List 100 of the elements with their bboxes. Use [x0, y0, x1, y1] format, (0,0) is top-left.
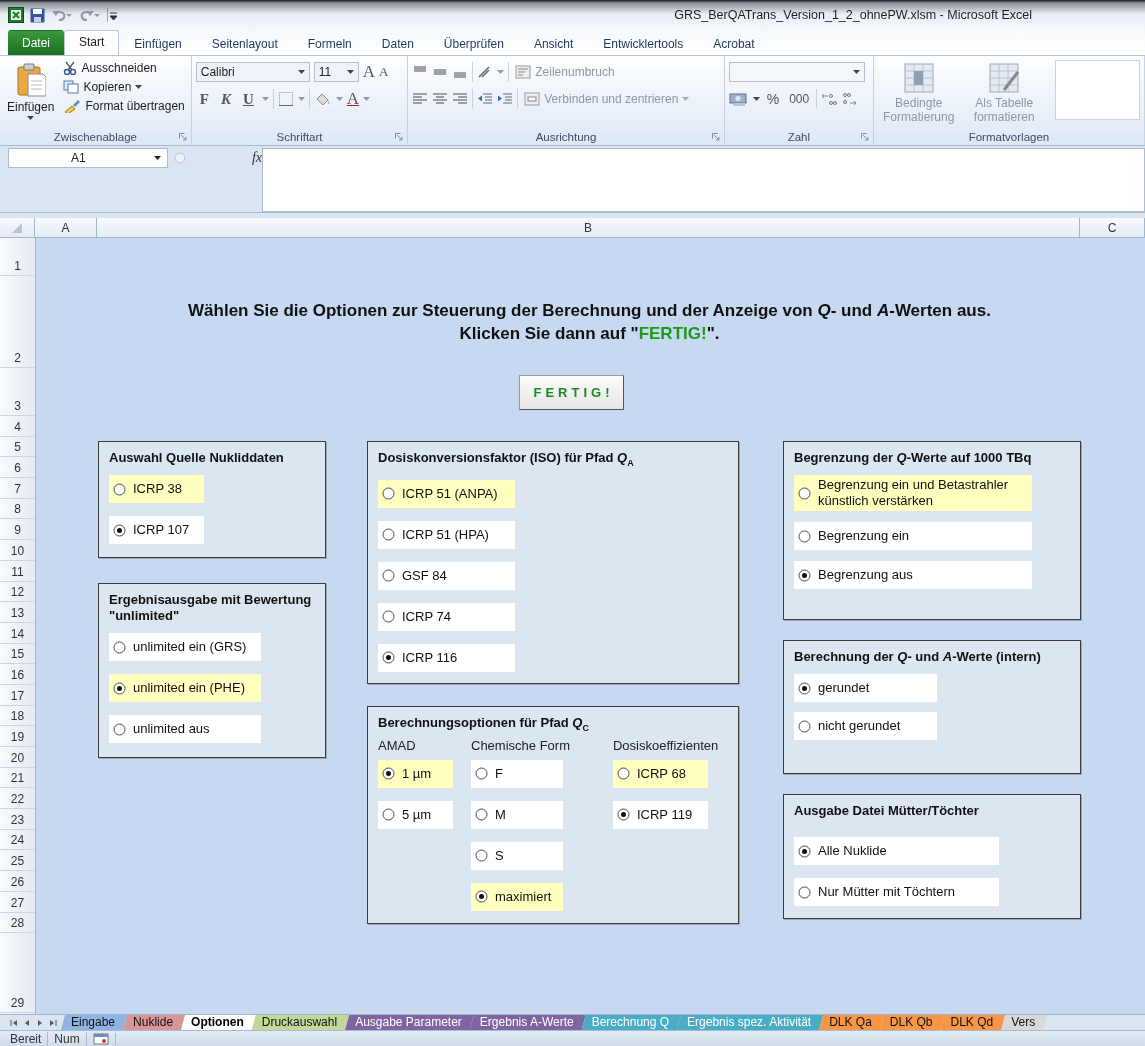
- align-right-icon[interactable]: [452, 92, 469, 106]
- font-name-field[interactable]: Calibri: [195, 62, 310, 82]
- thousands-separator-button[interactable]: 000: [786, 92, 813, 106]
- ribbon-tab[interactable]: Ansicht: [518, 32, 589, 55]
- border-icon[interactable]: [277, 91, 294, 107]
- launcher-icon[interactable]: [178, 133, 187, 141]
- row-header[interactable]: 20: [0, 747, 35, 768]
- ribbon-tab[interactable]: Seitenlayout: [196, 32, 293, 55]
- last-sheet-icon[interactable]: [49, 1018, 57, 1027]
- ribbon-tab[interactable]: Überprüfen: [428, 32, 519, 55]
- radio-option[interactable]: GSF 84: [378, 561, 515, 590]
- radio-option[interactable]: maximiert: [471, 882, 563, 911]
- radio-option[interactable]: F: [471, 759, 563, 788]
- column-header[interactable]: A: [35, 218, 97, 237]
- sheet-tab[interactable]: DLK Qa: [819, 1015, 884, 1030]
- ribbon-tab[interactable]: Formeln: [292, 32, 367, 55]
- radio-option[interactable]: ICRP 51 (HPA): [378, 520, 515, 549]
- format-painter-button[interactable]: Format übertragen: [61, 98, 187, 114]
- font-color-button[interactable]: A: [346, 89, 360, 109]
- row-header[interactable]: 9: [0, 519, 35, 541]
- row-header[interactable]: 3: [0, 368, 35, 416]
- row-header[interactable]: 13: [0, 602, 35, 623]
- row-header[interactable]: 17: [0, 684, 35, 706]
- undo-icon[interactable]: [51, 8, 73, 22]
- sheet-tab[interactable]: Eingabe: [61, 1015, 128, 1030]
- radio-option[interactable]: gerundet: [794, 674, 937, 702]
- row-header[interactable]: 16: [0, 664, 35, 685]
- radio-option[interactable]: ICRP 68: [612, 759, 708, 788]
- ribbon-tab[interactable]: Einfügen: [119, 32, 197, 55]
- radio-option[interactable]: 1 µm: [378, 759, 453, 788]
- font-size-field[interactable]: 11: [313, 62, 359, 82]
- radio-option[interactable]: ICRP 116: [378, 643, 515, 672]
- radio-option[interactable]: unlimited ein (GRS): [109, 633, 261, 661]
- row-header[interactable]: 11: [0, 560, 35, 582]
- row-header[interactable]: 5: [0, 436, 35, 458]
- save-icon[interactable]: [30, 7, 45, 23]
- select-all-icon[interactable]: [12, 222, 22, 233]
- number-format-field[interactable]: [728, 62, 865, 82]
- italic-button[interactable]: K: [216, 90, 235, 108]
- underline-button[interactable]: U: [238, 90, 258, 108]
- radio-option[interactable]: Nur Mütter mit Töchtern: [794, 878, 999, 906]
- row-header[interactable]: 7: [0, 478, 35, 499]
- customize-toolbar-icon[interactable]: [107, 8, 117, 22]
- row-header[interactable]: 14: [0, 622, 35, 644]
- sheet-tab[interactable]: Nuklide: [123, 1015, 186, 1030]
- decrease-indent-icon[interactable]: [477, 92, 494, 106]
- radio-option[interactable]: Begrenzung ein: [794, 522, 1032, 550]
- align-left-icon[interactable]: [412, 92, 429, 106]
- row-header[interactable]: 12: [0, 581, 35, 603]
- row-header[interactable]: 10: [0, 540, 35, 561]
- radio-option[interactable]: ICRP 119: [612, 800, 708, 829]
- row-header[interactable]: 2: [0, 276, 35, 368]
- first-sheet-icon[interactable]: [10, 1018, 18, 1027]
- ribbon-tab[interactable]: Acrobat: [698, 32, 770, 55]
- radio-option[interactable]: M: [471, 800, 563, 829]
- sheet-tab[interactable]: DLK Qd: [940, 1015, 1006, 1030]
- ribbon-tab[interactable]: Start: [64, 30, 120, 55]
- increase-indent-icon[interactable]: [497, 92, 514, 106]
- previous-sheet-icon[interactable]: [23, 1018, 31, 1027]
- column-header[interactable]: B: [97, 218, 1080, 237]
- row-header[interactable]: 29: [0, 933, 35, 1014]
- ribbon-tab[interactable]: Entwicklertools: [588, 32, 699, 55]
- currency-icon[interactable]: [728, 91, 749, 107]
- radio-option[interactable]: ICRP 107: [109, 516, 204, 544]
- radio-option[interactable]: Alle Nuklide: [794, 837, 999, 865]
- next-sheet-icon[interactable]: [36, 1018, 44, 1027]
- radio-option[interactable]: S: [471, 841, 563, 870]
- sheet-tab[interactable]: Ergebnis A-Werte: [469, 1015, 586, 1030]
- percent-button[interactable]: %: [763, 91, 783, 107]
- row-header[interactable]: 15: [0, 643, 35, 665]
- radio-option[interactable]: ICRP 51 (ANPA): [378, 479, 515, 508]
- shrink-font-button[interactable]: A: [379, 64, 389, 80]
- formula-input[interactable]: [262, 148, 1145, 212]
- radio-option[interactable]: ICRP 74: [378, 602, 515, 631]
- launcher-icon[interactable]: [861, 133, 869, 141]
- style-gallery[interactable]: [1054, 60, 1140, 120]
- radio-option[interactable]: 5 µm: [378, 800, 453, 829]
- increase-decimal-icon[interactable]: [821, 91, 838, 107]
- paste-button[interactable]: Einfügen: [4, 60, 58, 129]
- row-header[interactable]: 21: [0, 767, 35, 789]
- align-center-icon[interactable]: [432, 92, 449, 106]
- row-header[interactable]: 8: [0, 498, 35, 520]
- copy-button[interactable]: Kopieren: [61, 79, 187, 95]
- grow-font-button[interactable]: A: [362, 62, 376, 82]
- row-header[interactable]: 19: [0, 726, 35, 747]
- radio-option[interactable]: Begrenzung aus: [794, 561, 1032, 589]
- radio-option[interactable]: nicht gerundet: [794, 712, 937, 740]
- insert-function-button[interactable]: fx: [251, 150, 262, 166]
- sheet-tab[interactable]: Ausgabe Parameter: [345, 1015, 474, 1030]
- sheet-tab[interactable]: Optionen: [181, 1015, 256, 1030]
- row-header[interactable]: 26: [0, 871, 35, 892]
- name-box[interactable]: A1: [8, 148, 169, 168]
- row-header[interactable]: 4: [0, 416, 35, 437]
- column-header[interactable]: C: [1080, 218, 1145, 237]
- cut-button[interactable]: Ausschneiden: [61, 60, 187, 76]
- sheet-tab[interactable]: Vers: [1001, 1015, 1048, 1030]
- radio-option[interactable]: unlimited aus: [109, 715, 261, 743]
- row-header[interactable]: 25: [0, 850, 35, 872]
- ribbon-tab[interactable]: Daten: [366, 32, 429, 55]
- row-header[interactable]: 22: [0, 788, 35, 810]
